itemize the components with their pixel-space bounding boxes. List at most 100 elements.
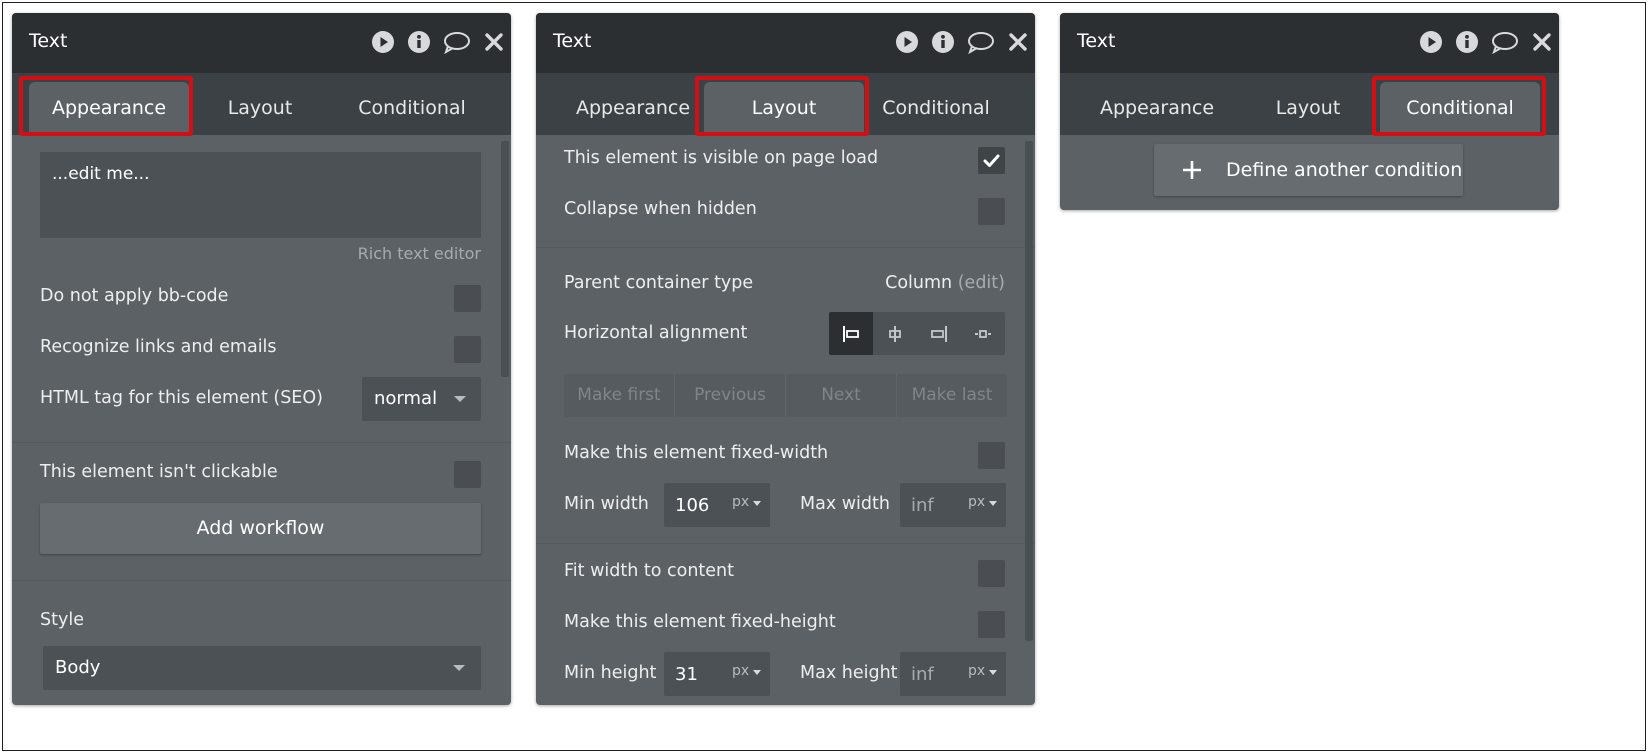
style-dropdown[interactable]: Body xyxy=(43,646,481,690)
reorder-controls: Make first Previous Next Make last xyxy=(564,374,1007,417)
chevron-down-icon xyxy=(753,670,761,675)
no-bbcode-label: Do not apply bb-code xyxy=(40,286,229,306)
align-center-button[interactable] xyxy=(873,312,917,355)
divider xyxy=(536,247,1035,248)
divider xyxy=(536,543,1035,544)
fixed-width-checkbox[interactable] xyxy=(978,442,1005,469)
min-height-label: Min height xyxy=(564,663,657,683)
panel-header: Text xyxy=(536,13,1035,73)
highlight-layout-tab xyxy=(695,76,869,136)
tab-conditional[interactable]: Conditional xyxy=(332,82,492,135)
previous-button[interactable]: Previous xyxy=(675,374,786,417)
scrollbar[interactable] xyxy=(1025,141,1033,641)
horizontal-alignment-label: Horizontal alignment xyxy=(564,323,748,343)
tab-conditional[interactable]: Conditional xyxy=(856,82,1016,135)
panel-title: Text xyxy=(553,30,592,52)
rich-text-editor-link[interactable]: Rich text editor xyxy=(358,244,481,263)
fit-width-checkbox[interactable] xyxy=(978,560,1005,587)
visible-on-load-label: This element is visible on page load xyxy=(564,148,879,168)
tab-layout[interactable]: Layout xyxy=(180,82,340,135)
fit-width-label: Fit width to content xyxy=(564,561,735,581)
chevron-down-icon xyxy=(454,396,466,402)
comment-icon[interactable] xyxy=(967,30,995,54)
recognize-links-label: Recognize links and emails xyxy=(40,337,277,357)
tab-layout[interactable]: Layout xyxy=(1228,82,1388,135)
align-center-icon xyxy=(889,325,901,342)
align-distribute-icon xyxy=(975,329,991,338)
header-icons xyxy=(895,30,1029,54)
max-height-unit[interactable]: px xyxy=(968,663,985,679)
collapse-hidden-label: Collapse when hidden xyxy=(564,199,757,219)
panel-title: Text xyxy=(1077,30,1116,52)
align-right-button[interactable] xyxy=(917,312,961,355)
play-icon[interactable] xyxy=(1419,30,1443,54)
min-height-unit[interactable]: px xyxy=(732,663,749,679)
text-content-editor[interactable]: ...edit me... xyxy=(40,152,481,238)
tab-appearance[interactable]: Appearance xyxy=(1077,82,1237,135)
max-width-unit[interactable]: px xyxy=(968,494,985,510)
no-bbcode-checkbox[interactable] xyxy=(454,285,481,312)
panel-header: Text xyxy=(1060,13,1559,73)
close-icon[interactable] xyxy=(483,31,505,53)
min-height-value: 31 xyxy=(675,664,698,685)
min-width-value: 106 xyxy=(675,495,710,516)
collapse-hidden-checkbox[interactable] xyxy=(978,198,1005,225)
html-tag-dropdown[interactable]: normal xyxy=(362,377,481,421)
align-left-button[interactable] xyxy=(829,312,873,355)
min-width-input[interactable]: 106 px xyxy=(664,483,770,527)
info-icon[interactable] xyxy=(407,30,431,54)
divider xyxy=(12,442,511,443)
max-height-label: Max height xyxy=(800,663,898,683)
fixed-height-label: Make this element fixed-height xyxy=(564,612,836,632)
panel-header: Text xyxy=(12,13,511,73)
parent-container-value-group: Column (edit) xyxy=(885,273,1005,293)
style-value: Body xyxy=(55,657,101,678)
next-button[interactable]: Next xyxy=(786,374,897,417)
horizontal-alignment-control xyxy=(829,312,1005,355)
align-left-icon xyxy=(843,325,859,342)
max-width-input[interactable]: inf px xyxy=(900,483,1006,527)
add-workflow-button[interactable]: Add workflow xyxy=(40,503,481,554)
min-height-input[interactable]: 31 px xyxy=(664,652,770,696)
highlight-appearance-tab xyxy=(19,76,193,136)
comment-icon[interactable] xyxy=(443,30,471,54)
fixed-height-checkbox[interactable] xyxy=(978,611,1005,638)
fixed-width-label: Make this element fixed-width xyxy=(564,443,829,463)
close-icon[interactable] xyxy=(1007,31,1029,53)
html-tag-label: HTML tag for this element (SEO) xyxy=(40,388,323,408)
play-icon[interactable] xyxy=(895,30,919,54)
define-condition-button[interactable]: Define another condition xyxy=(1154,144,1463,196)
not-clickable-label: This element isn't clickable xyxy=(40,462,278,482)
html-tag-value: normal xyxy=(374,388,438,409)
header-icons xyxy=(1419,30,1553,54)
not-clickable-checkbox[interactable] xyxy=(454,461,481,488)
play-icon[interactable] xyxy=(371,30,395,54)
close-icon[interactable] xyxy=(1531,31,1553,53)
max-height-input[interactable]: inf px xyxy=(900,652,1006,696)
min-width-unit[interactable]: px xyxy=(732,494,749,510)
min-width-label: Min width xyxy=(564,494,649,514)
parent-container-label: Parent container type xyxy=(564,273,754,293)
plus-icon xyxy=(1183,161,1201,179)
tab-appearance[interactable]: Appearance xyxy=(553,82,713,135)
style-label: Style xyxy=(40,610,84,630)
header-icons xyxy=(371,30,505,54)
scrollbar[interactable] xyxy=(501,141,509,377)
chevron-down-icon xyxy=(453,665,465,671)
recognize-links-checkbox[interactable] xyxy=(454,336,481,363)
checkmark-icon xyxy=(983,154,1000,167)
chevron-down-icon xyxy=(989,501,997,506)
comment-icon[interactable] xyxy=(1491,30,1519,54)
max-width-placeholder: inf xyxy=(911,495,934,516)
parent-container-value: Column xyxy=(885,273,953,293)
chevron-down-icon xyxy=(753,501,761,506)
visible-on-load-checkbox[interactable] xyxy=(978,147,1005,174)
make-last-button[interactable]: Make last xyxy=(897,374,1007,417)
max-width-label: Max width xyxy=(800,494,890,514)
parent-container-edit-link[interactable]: (edit) xyxy=(958,273,1005,293)
make-first-button[interactable]: Make first xyxy=(564,374,675,417)
info-icon[interactable] xyxy=(1455,30,1479,54)
align-distribute-button[interactable] xyxy=(961,312,1005,355)
divider xyxy=(12,580,511,581)
info-icon[interactable] xyxy=(931,30,955,54)
